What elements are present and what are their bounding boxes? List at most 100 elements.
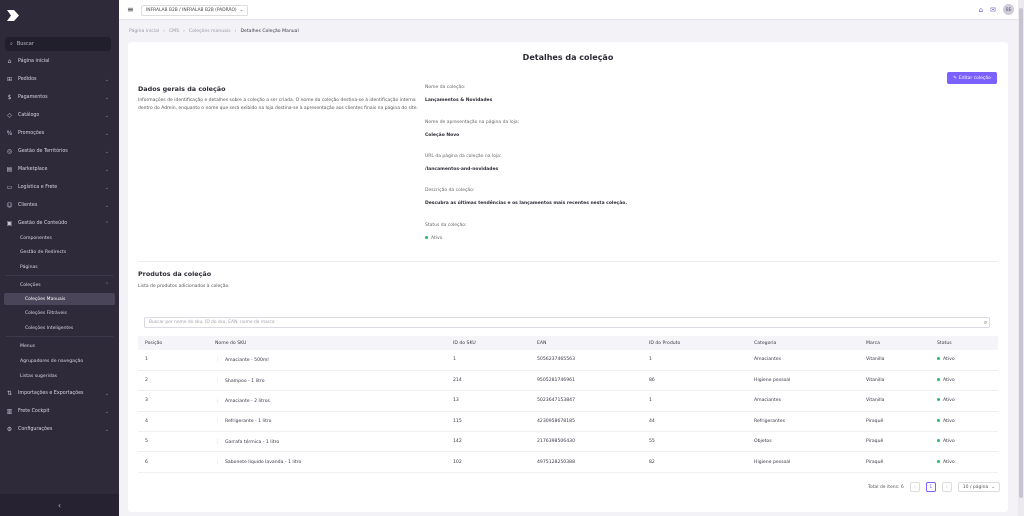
breadcrumb-item[interactable]: Coleções manuais xyxy=(189,29,231,34)
store-selector[interactable]: INFRALAB B2B / INFRALAB B2B (PADRÃO) ⌄ xyxy=(141,5,249,16)
sidebar-collection-item[interactable]: Coleções Manuais xyxy=(4,293,115,305)
drag-handle-icon[interactable]: ⋮ xyxy=(215,418,220,424)
sidebar-subitem-collections[interactable]: Coleções ⌃ xyxy=(20,279,113,291)
sidebar-item-label: Configurações xyxy=(18,427,53,432)
chevron-left-icon: ‹ xyxy=(57,500,62,510)
dollar-icon: $ xyxy=(7,94,12,101)
field-label: URL da página da coleção na loja: xyxy=(425,154,502,159)
breadcrumb-separator: › xyxy=(163,29,165,34)
breadcrumb-item[interactable]: CMS xyxy=(169,29,179,34)
table-row[interactable]: 2 ⋮ Shampoo - 1 litro 214 9505281746961 86 Hig… xyxy=(138,370,998,392)
chat-icon[interactable]: ✉ xyxy=(990,6,996,14)
column-header[interactable]: Status xyxy=(930,336,998,350)
search-icon[interactable]: ⌕ xyxy=(980,317,991,328)
sidebar-item-label: Pagamentos xyxy=(18,95,48,100)
column-header[interactable]: EAN xyxy=(530,336,642,350)
table-cell: Piraquê xyxy=(859,411,930,433)
column-header[interactable]: Nome do SKU xyxy=(208,336,446,350)
chevron-up-icon: ⌃ xyxy=(104,282,109,288)
breadcrumb-item[interactable]: Página inicial xyxy=(129,29,159,34)
sidebar-subitem[interactable]: Páginas xyxy=(20,261,113,273)
sidebar-item[interactable]: ☺ Clientes ⌄ xyxy=(6,199,113,212)
sidebar-item[interactable]: % Promoções ⌄ xyxy=(6,127,113,140)
table-cell: 1 xyxy=(642,390,747,412)
breadcrumb-current: Detalhes Coleção Manual xyxy=(240,29,299,34)
avatar[interactable]: BE xyxy=(1003,4,1014,15)
table-cell: 5 xyxy=(138,431,208,453)
sidebar-item[interactable]: ⊞ Pedidos ⌄ xyxy=(6,73,113,86)
table-row[interactable]: 4 ⋮ Refrigerante - 1 litro 115 4230958678185… xyxy=(138,411,998,433)
chart-icon: ▥ xyxy=(6,408,13,415)
sidebar-item[interactable]: ◎ Gestão de Territórios ⌄ xyxy=(6,145,113,158)
page-number-button[interactable]: 1 xyxy=(925,482,936,492)
users-icon: ☺ xyxy=(6,202,13,209)
sidebar-item[interactable]: ⌂ Página inicial xyxy=(6,55,113,68)
sidebar-item-label: Catálogo xyxy=(18,113,40,118)
table-cell: 4230958678185 xyxy=(530,411,642,433)
drag-handle-icon[interactable]: ⋮ xyxy=(215,378,220,384)
sidebar-item[interactable]: ⇅ Importações e Exportações ⌄ xyxy=(6,387,113,400)
next-page-button[interactable]: › xyxy=(941,482,952,492)
table-row[interactable]: 3 ⋮ Amaciante - 2 litros 13 5023647153847 1 Am… xyxy=(138,390,998,412)
drag-handle-icon[interactable]: ⋮ xyxy=(215,398,220,404)
column-header[interactable]: ID do SKU xyxy=(446,336,530,350)
menu-icon[interactable]: ≡ xyxy=(127,5,134,14)
page-scrollbar[interactable] xyxy=(1018,0,1024,516)
sidebar-item[interactable]: ▤ Marketplace ⌄ xyxy=(6,163,113,176)
sidebar-subitem[interactable]: Gestão de Redirects xyxy=(20,246,113,258)
sidebar-item[interactable]: ◇ Catálogo ⌄ xyxy=(6,109,113,122)
sidebar-item[interactable]: ▣ Gestão de Conteúdo ⌃ xyxy=(6,217,113,230)
drag-handle-icon[interactable]: ⋮ xyxy=(215,357,220,363)
logo[interactable] xyxy=(5,8,20,23)
status-value: Ativo xyxy=(943,459,955,465)
globe-icon: ◎ xyxy=(6,148,13,155)
edit-collection-button[interactable]: ✎ Editar coleção xyxy=(947,72,997,84)
table-cell: 1 xyxy=(642,350,747,371)
sidebar-item[interactable]: ▭ Logística e Frete ⌄ xyxy=(6,181,113,194)
status-value: Ativo xyxy=(943,357,955,363)
table-cell: 2 xyxy=(138,370,208,392)
collection-details-card: Detalhes da coleção ✎ Editar coleção Dad… xyxy=(128,42,1008,512)
percent-icon: % xyxy=(6,130,13,137)
field-label: Nome de apresentação na página da loja: xyxy=(425,120,520,125)
page-size-select[interactable]: 10 / página ⌄ xyxy=(957,482,1001,492)
table-cell: ⋮ Sabonete líquido lavanda - 1 litro xyxy=(208,451,446,473)
table-cell: 86 xyxy=(642,370,747,392)
chevron-down-icon: ⌄ xyxy=(104,202,109,209)
products-description: Lista de produtos adicionados à coleção. xyxy=(138,284,230,289)
sidebar-item[interactable]: ▥ Frete Cockpit ⌄ xyxy=(6,405,113,418)
table-row[interactable]: 5 ⋮ Garrafa térmica - 1 litro 142 2176398506… xyxy=(138,431,998,453)
drag-handle-icon[interactable]: ⋮ xyxy=(215,439,220,445)
topbar: ≡ INFRALAB B2B / INFRALAB B2B (PADRÃO) ⌄… xyxy=(119,0,1024,20)
page-size-label: 10 / página xyxy=(962,484,989,490)
field-label: Nome da coleção: xyxy=(425,85,466,90)
column-header[interactable]: Posição xyxy=(138,336,208,350)
sidebar-subitem[interactable]: Componentes xyxy=(20,232,113,244)
sidebar-item[interactable]: ⚙ Configurações ⌄ xyxy=(6,423,113,436)
sidebar-collection-item[interactable]: Coleções Filtráveis xyxy=(4,307,115,319)
collapse-sidebar-button[interactable]: ‹ xyxy=(0,494,119,516)
sku-name: Shampoo - 1 litro xyxy=(225,378,265,384)
sidebar-subitem[interactable]: Listas sugeridas xyxy=(20,370,113,382)
column-header[interactable]: ID do Produto xyxy=(642,336,747,350)
sidebar-item[interactable]: $ Pagamentos ⌄ xyxy=(6,91,113,104)
table-row[interactable]: 6 ⋮ Sabonete líquido lavanda - 1 litro 102 4… xyxy=(138,451,998,473)
sidebar-subitem[interactable]: Menus xyxy=(20,340,113,352)
table-cell: Ativo xyxy=(930,350,998,371)
drag-handle-icon[interactable]: ⋮ xyxy=(215,459,220,465)
sidebar-collection-item[interactable]: Coleções Inteligentes xyxy=(4,322,115,334)
scrollbar-thumb[interactable] xyxy=(1019,8,1023,498)
chevron-down-icon: ⌄ xyxy=(991,484,996,490)
column-header[interactable]: Marca xyxy=(859,336,930,350)
table-row[interactable]: 1 ⋮ Amaciante - 500ml 1 5056237465563 1 Amacia… xyxy=(138,350,998,371)
truck-icon: ▭ xyxy=(6,184,13,191)
product-search-input[interactable]: Buscar por nome do sku, ID do sku, EAN, … xyxy=(144,317,990,328)
prev-page-button[interactable]: ‹ xyxy=(909,482,920,492)
search-icon: ⌕ xyxy=(10,41,13,47)
sidebar-search[interactable]: ⌕ Buscar xyxy=(5,37,111,51)
store-icon[interactable]: ⌂ xyxy=(979,6,983,14)
column-header[interactable]: Categoria xyxy=(747,336,859,350)
table-cell: 1 xyxy=(138,350,208,371)
sidebar-subitem[interactable]: Agrupadores de navegação xyxy=(20,355,113,367)
table-cell: Piraquê xyxy=(859,431,930,453)
